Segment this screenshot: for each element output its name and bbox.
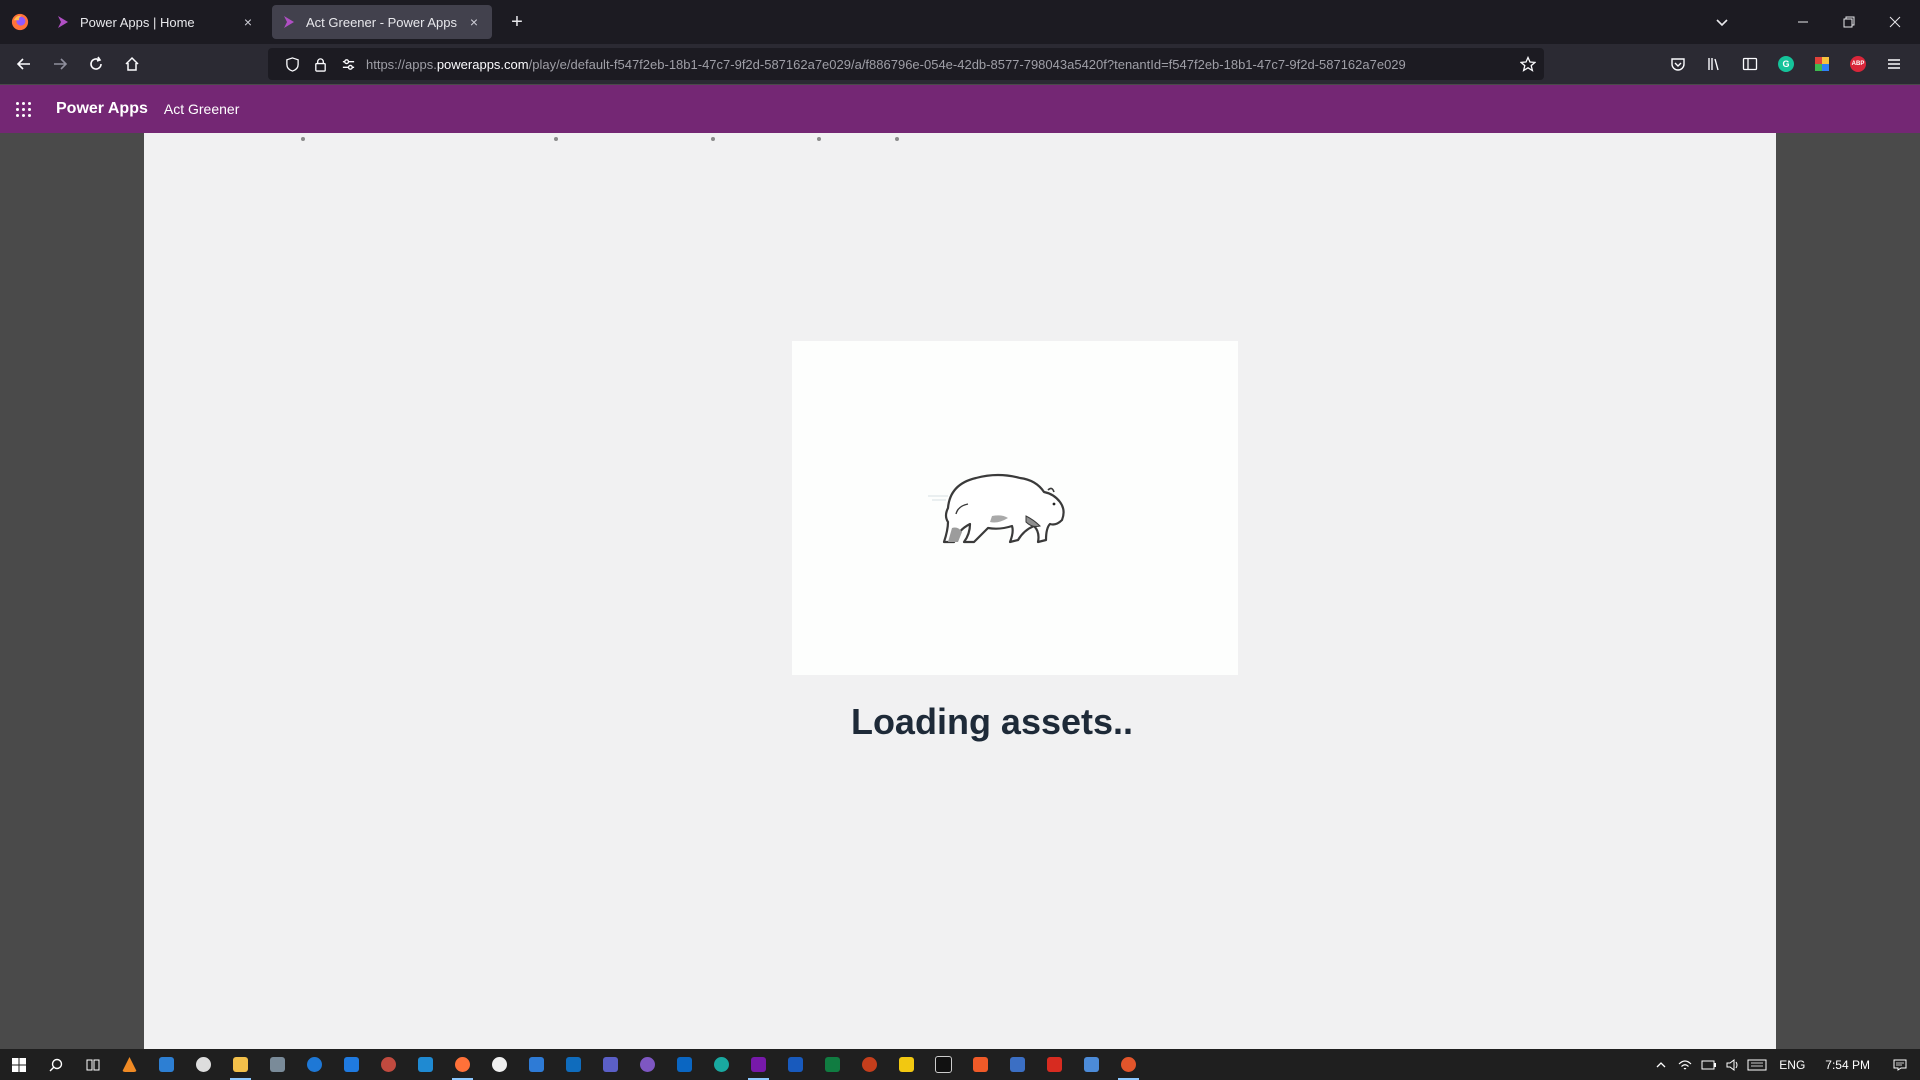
file-explorer-icon[interactable] <box>222 1049 259 1080</box>
word-icon[interactable] <box>777 1049 814 1080</box>
reload-icon[interactable] <box>78 48 114 80</box>
firefox-logo-icon[interactable] <box>0 0 40 44</box>
azure-icon[interactable] <box>518 1049 555 1080</box>
notifications-icon[interactable] <box>1880 1059 1920 1071</box>
system-tray: ENG 7:54 PM <box>1649 1049 1920 1080</box>
url-path: /play/e/default-f547f2eb-18b1-47c7-9f2d-… <box>528 56 1406 72</box>
library-icon[interactable] <box>1696 48 1732 80</box>
close-window-icon[interactable] <box>1872 0 1918 44</box>
color-extension-icon[interactable] <box>1804 48 1840 80</box>
teams-icon[interactable] <box>592 1049 629 1080</box>
edge-icon[interactable] <box>703 1049 740 1080</box>
app-launcher-waffle-icon[interactable] <box>0 85 46 133</box>
forward-arrow-icon[interactable] <box>42 48 78 80</box>
clock-time[interactable]: 7:54 PM <box>1825 1058 1870 1072</box>
tab-title: Act Greener - Power Apps <box>306 14 458 30</box>
grammarly-extension-icon[interactable]: G <box>1768 48 1804 80</box>
adblock-plus-icon[interactable]: ABP <box>1840 48 1876 80</box>
tab-power-apps-home[interactable]: Power Apps | Home × <box>46 5 266 39</box>
vlc-icon[interactable] <box>111 1049 148 1080</box>
decorative-dot <box>301 137 305 141</box>
acrobat-icon[interactable] <box>1036 1049 1073 1080</box>
new-tab-button[interactable]: + <box>502 7 532 37</box>
permissions-icon[interactable] <box>334 57 362 72</box>
home-icon[interactable] <box>114 48 150 80</box>
tracking-protection-shield-icon[interactable] <box>278 56 306 72</box>
vscode-icon[interactable] <box>407 1049 444 1080</box>
app-red-icon[interactable] <box>370 1049 407 1080</box>
search-icon[interactable] <box>37 1049 74 1080</box>
decorative-dot <box>711 137 715 141</box>
decorative-dot <box>554 137 558 141</box>
url-scheme: https://apps. <box>366 56 437 72</box>
app-blue-icon[interactable] <box>148 1049 185 1080</box>
loading-status-text: Loading assets.. <box>144 701 1776 743</box>
power-apps-favicon-icon <box>284 16 294 28</box>
browser-navigation-bar: https://apps.powerapps.com/play/e/defaul… <box>0 44 1920 84</box>
power-apps-header: Power Apps Act Greener <box>0 85 1920 133</box>
close-tab-icon[interactable]: × <box>466 14 482 30</box>
input-language[interactable]: ENG <box>1779 1058 1805 1072</box>
powerpoint-icon[interactable] <box>851 1049 888 1080</box>
minimize-window-icon[interactable] <box>1780 0 1826 44</box>
pocket-icon[interactable] <box>1660 48 1696 80</box>
outlook-icon[interactable] <box>555 1049 592 1080</box>
decorative-dot <box>817 137 821 141</box>
restore-window-icon[interactable] <box>1826 0 1872 44</box>
pycharm-icon[interactable] <box>925 1049 962 1080</box>
tab-title: Power Apps | Home <box>80 14 195 30</box>
firefox-taskbar-icon[interactable] <box>444 1049 481 1080</box>
sidebar-icon[interactable] <box>1732 48 1768 80</box>
app-name: Act Greener <box>163 101 240 117</box>
keyboard-icon[interactable] <box>1745 1059 1769 1071</box>
app-blue2-icon[interactable] <box>999 1049 1036 1080</box>
url-host: powerapps.com <box>436 56 529 72</box>
app-gray-icon[interactable] <box>259 1049 296 1080</box>
hamburger-menu-icon[interactable] <box>1876 48 1912 80</box>
app-multi-icon[interactable] <box>1073 1049 1110 1080</box>
obs-icon[interactable] <box>185 1049 222 1080</box>
volume-icon[interactable] <box>1721 1058 1745 1071</box>
onenote-icon[interactable] <box>740 1049 777 1080</box>
tab-act-greener[interactable]: Act Greener - Power Apps × <box>272 5 492 39</box>
windows-taskbar: ENG 7:54 PM <box>0 1049 1920 1080</box>
excel-icon[interactable] <box>814 1049 851 1080</box>
wifi-icon[interactable] <box>1673 1059 1697 1071</box>
browser-tab-strip: Power Apps | Home × Act Greener - Power … <box>0 0 1920 44</box>
loading-message: Loading assets.. <box>850 701 1134 742</box>
start-windows-icon[interactable] <box>0 1049 37 1080</box>
url-text[interactable]: https://apps.powerapps.com/play/e/defaul… <box>366 57 1512 72</box>
decorative-dot <box>895 137 899 141</box>
power-apps-brand[interactable]: Power Apps <box>56 100 148 118</box>
power-apps-favicon-icon <box>58 16 68 28</box>
power-bi-icon[interactable] <box>888 1049 925 1080</box>
battery-icon[interactable] <box>1697 1060 1721 1070</box>
toolbar-actions: G ABP <box>1660 44 1912 84</box>
app-orange-icon[interactable] <box>962 1049 999 1080</box>
app-canvas: Loading assets.. <box>144 133 1776 1049</box>
close-tab-icon[interactable]: × <box>240 14 256 30</box>
app-purple-icon[interactable] <box>629 1049 666 1080</box>
show-hidden-icons-chevron-up-icon[interactable] <box>1649 1059 1673 1071</box>
github-icon[interactable] <box>481 1049 518 1080</box>
padlock-icon[interactable] <box>306 57 334 72</box>
polar-bear-icon <box>928 473 1065 544</box>
address-bar[interactable]: https://apps.powerapps.com/play/e/defaul… <box>268 48 1544 80</box>
list-all-tabs-icon[interactable] <box>1708 8 1736 36</box>
trello-icon[interactable] <box>333 1049 370 1080</box>
loading-image-card <box>792 341 1238 675</box>
power-apps-taskbar-icon[interactable] <box>1110 1049 1147 1080</box>
back-arrow-icon[interactable] <box>6 48 42 80</box>
task-view-icon[interactable] <box>74 1049 111 1080</box>
bluetooth-icon[interactable] <box>296 1049 333 1080</box>
linkedin-icon[interactable] <box>666 1049 703 1080</box>
bookmark-star-icon[interactable] <box>1512 56 1544 72</box>
